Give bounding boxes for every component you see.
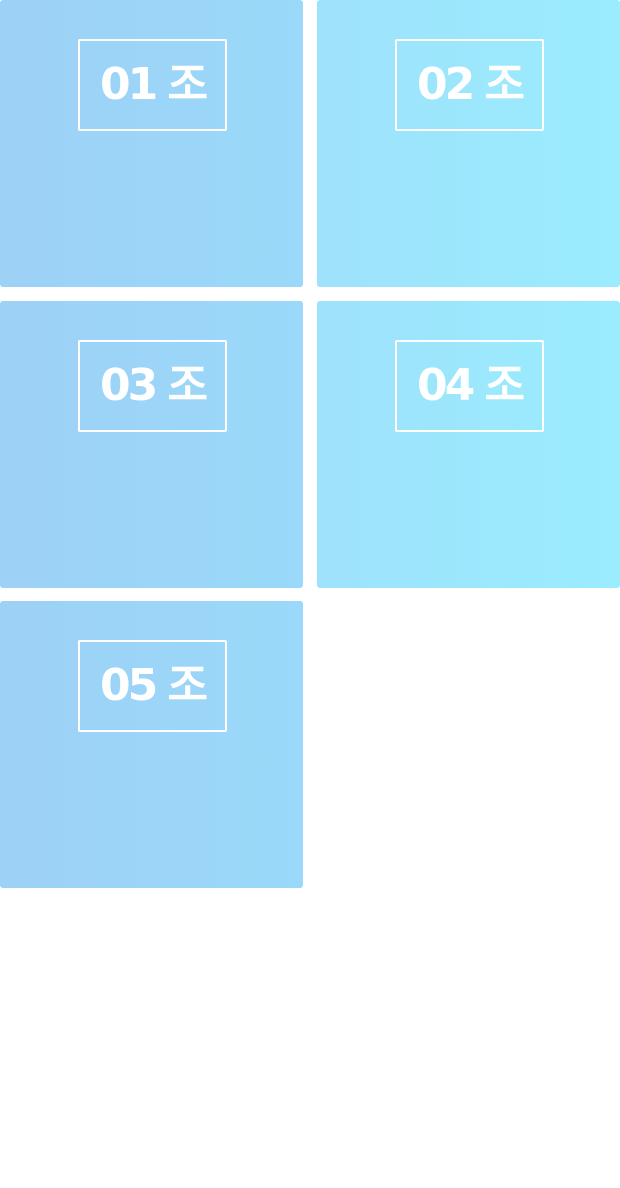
group-label: 04 조 <box>416 360 525 411</box>
group-label-box: 03 조 <box>78 340 227 432</box>
group-label: 02 조 <box>416 59 525 110</box>
group-label: 03 조 <box>99 360 208 411</box>
group-card-02[interactable]: 02 조 <box>317 0 620 287</box>
group-label-box: 02 조 <box>395 39 544 131</box>
group-label-box: 01 조 <box>78 39 227 131</box>
group-card-01[interactable]: 01 조 <box>0 0 303 287</box>
group-card-04[interactable]: 04 조 <box>317 301 620 588</box>
group-card-05[interactable]: 05 조 <box>0 601 303 888</box>
group-label-box: 04 조 <box>395 340 544 432</box>
group-label-box: 05 조 <box>78 640 227 732</box>
group-card-03[interactable]: 03 조 <box>0 301 303 588</box>
group-label: 01 조 <box>99 59 208 110</box>
group-label: 05 조 <box>99 660 208 711</box>
